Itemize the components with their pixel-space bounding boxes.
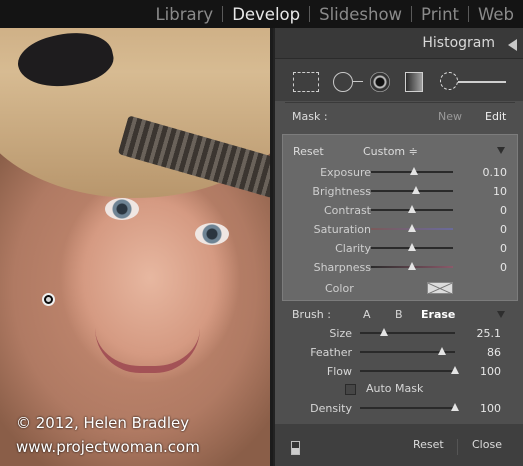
copyright-text: © 2012, Helen Bradley bbox=[16, 414, 190, 432]
color-swatch[interactable] bbox=[427, 282, 453, 294]
reset-button[interactable]: Reset bbox=[413, 438, 444, 451]
flow-label: Flow bbox=[326, 365, 352, 378]
saturation-knob[interactable] bbox=[408, 224, 416, 232]
brightness-slider-row: Brightness 10 bbox=[283, 182, 519, 201]
exposure-slider-row: Exposure 0.10 bbox=[283, 163, 519, 182]
feather-knob[interactable] bbox=[437, 347, 446, 355]
spot-removal-icon[interactable] bbox=[333, 72, 353, 92]
density-value[interactable]: 100 bbox=[480, 402, 501, 415]
sharpness-slider-row: Sharpness 0 bbox=[283, 258, 519, 277]
clarity-knob[interactable] bbox=[408, 243, 416, 251]
saturation-value[interactable]: 0 bbox=[500, 223, 507, 236]
auto-mask-label: Auto Mask bbox=[366, 382, 424, 395]
photo-mouth bbox=[95, 328, 200, 373]
close-button[interactable]: Close bbox=[472, 438, 502, 451]
clarity-value[interactable]: 0 bbox=[500, 242, 507, 255]
contrast-knob[interactable] bbox=[408, 205, 416, 213]
color-label: Color bbox=[325, 282, 354, 295]
histogram-header[interactable]: Histogram bbox=[275, 28, 523, 59]
adjustment-pin-icon[interactable] bbox=[42, 293, 55, 306]
density-label: Density bbox=[310, 402, 352, 415]
divider bbox=[285, 102, 515, 103]
sharpness-knob[interactable] bbox=[408, 262, 416, 270]
adjustment-brush-icon[interactable] bbox=[440, 72, 512, 92]
mask-toggle-icon[interactable] bbox=[291, 441, 300, 455]
density-knob[interactable] bbox=[451, 403, 459, 411]
effect-preset-select[interactable]: Custom ≑ bbox=[363, 145, 418, 158]
feather-slider-row: Feather 86 bbox=[275, 343, 523, 362]
brush-b-button[interactable]: B bbox=[395, 308, 403, 321]
mask-edit-button[interactable]: Edit bbox=[485, 110, 506, 123]
sharpness-value[interactable]: 0 bbox=[500, 261, 507, 274]
photo-eye-right bbox=[195, 223, 229, 245]
effect-collapse-icon[interactable] bbox=[497, 147, 505, 154]
effect-settings: Reset Custom ≑ Exposure 0.10 Brightness 10 C… bbox=[282, 134, 518, 301]
graduated-filter-icon[interactable] bbox=[405, 72, 423, 92]
feather-label: Feather bbox=[310, 346, 352, 359]
brightness-label: Brightness bbox=[312, 185, 371, 198]
feather-value[interactable]: 86 bbox=[487, 346, 501, 359]
module-develop[interactable]: Develop bbox=[223, 5, 309, 24]
density-slider-row: Density 100 bbox=[275, 399, 523, 418]
density-track[interactable] bbox=[360, 407, 455, 409]
red-eye-icon[interactable] bbox=[370, 72, 390, 92]
flow-track[interactable] bbox=[360, 370, 455, 372]
crop-overlay-icon[interactable] bbox=[293, 72, 319, 92]
size-slider-row: Size 25.1 bbox=[275, 324, 523, 343]
contrast-slider-row: Contrast 0 bbox=[283, 201, 519, 220]
website-text: www.projectwoman.com bbox=[16, 438, 200, 456]
footer-divider bbox=[457, 439, 458, 455]
contrast-value[interactable]: 0 bbox=[500, 204, 507, 217]
adjustment-panel: Histogram Mask : New Edit Reset Custom ≑… bbox=[273, 28, 523, 466]
brightness-knob[interactable] bbox=[412, 186, 421, 194]
photo-eye-left bbox=[105, 198, 139, 220]
module-library[interactable]: Library bbox=[146, 5, 222, 24]
flow-value[interactable]: 100 bbox=[480, 365, 501, 378]
brush-collapse-icon[interactable] bbox=[497, 311, 505, 318]
tool-strip bbox=[275, 59, 523, 101]
auto-mask-checkbox[interactable] bbox=[345, 384, 356, 395]
module-slideshow[interactable]: Slideshow bbox=[310, 5, 411, 24]
collapse-triangle-icon[interactable] bbox=[508, 39, 517, 51]
histogram-title: Histogram bbox=[422, 35, 495, 51]
brush-label: Brush : bbox=[292, 308, 331, 321]
mask-label: Mask : bbox=[292, 110, 328, 123]
saturation-label: Saturation bbox=[313, 223, 371, 236]
saturation-slider-row: Saturation 0 bbox=[283, 220, 519, 239]
flow-knob[interactable] bbox=[451, 366, 459, 374]
size-knob[interactable] bbox=[379, 328, 388, 336]
contrast-label: Contrast bbox=[323, 204, 371, 217]
exposure-label: Exposure bbox=[320, 166, 371, 179]
panel-footer: Reset Close bbox=[275, 424, 523, 466]
module-picker: Library Develop Slideshow Print Web bbox=[0, 0, 523, 28]
brush-a-button[interactable]: A bbox=[363, 308, 371, 321]
sharpness-label: Sharpness bbox=[313, 261, 371, 274]
size-label: Size bbox=[329, 327, 352, 340]
mask-new-button[interactable]: New bbox=[438, 110, 462, 123]
photo-canvas[interactable]: © 2012, Helen Bradley www.projectwoman.c… bbox=[0, 28, 270, 466]
exposure-knob[interactable] bbox=[409, 167, 418, 175]
clarity-label: Clarity bbox=[335, 242, 371, 255]
effect-reset-button[interactable]: Reset bbox=[293, 145, 324, 158]
size-value[interactable]: 25.1 bbox=[477, 327, 502, 340]
clarity-slider-row: Clarity 0 bbox=[283, 239, 519, 258]
module-web[interactable]: Web bbox=[469, 5, 523, 24]
brush-erase-button[interactable]: Erase bbox=[421, 308, 455, 321]
spot-removal-arrow-icon bbox=[353, 81, 363, 82]
size-track[interactable] bbox=[360, 332, 455, 334]
exposure-value[interactable]: 0.10 bbox=[483, 166, 508, 179]
brightness-value[interactable]: 10 bbox=[493, 185, 507, 198]
flow-slider-row: Flow 100 bbox=[275, 362, 523, 381]
module-print[interactable]: Print bbox=[412, 5, 468, 24]
